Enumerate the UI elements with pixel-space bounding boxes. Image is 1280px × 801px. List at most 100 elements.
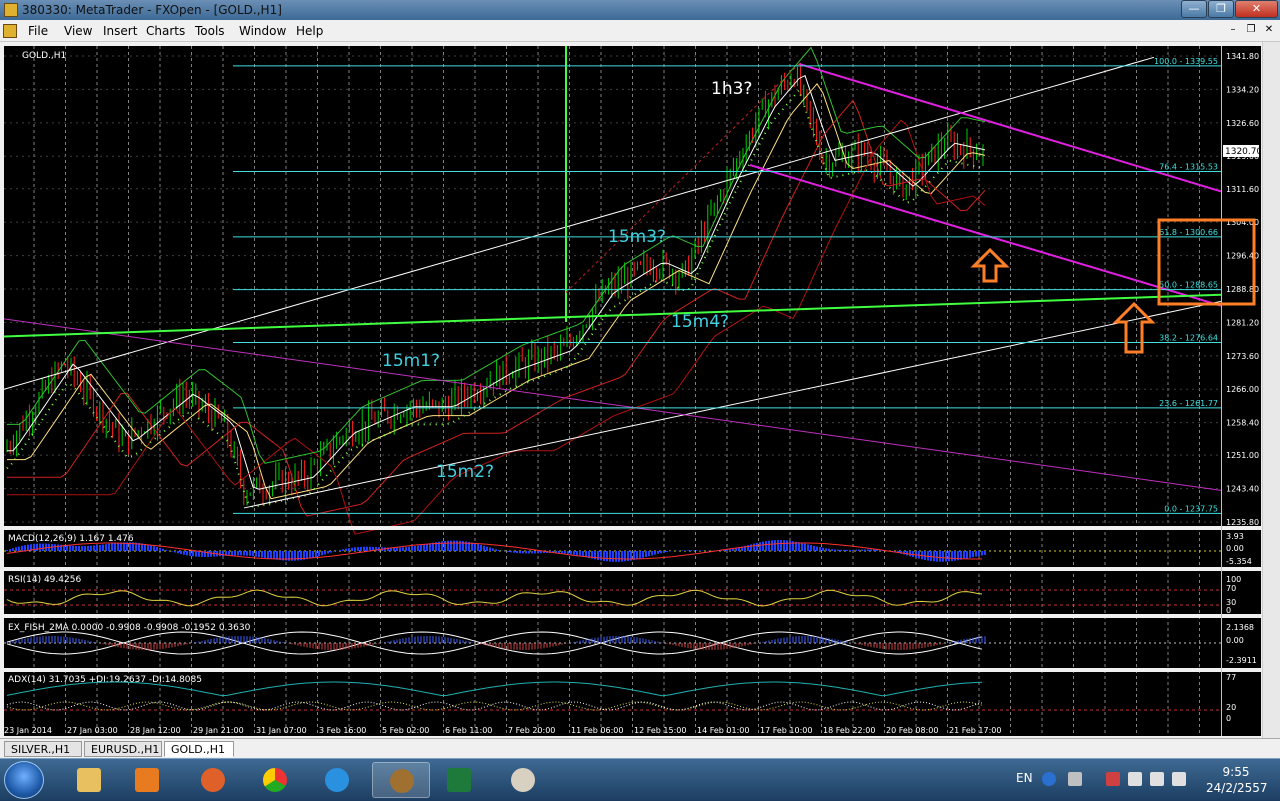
start-button[interactable] [4,761,44,799]
pane-separator[interactable] [4,668,1261,672]
fib-label: 100.0 - 1339.55 [1154,57,1218,66]
pane-separator[interactable] [4,567,1261,571]
adx-line [6,681,983,697]
time-tick-label: 11 Feb 06:00 [571,726,623,735]
metatrader-app-icon [4,3,18,17]
explorer-icon[interactable] [60,762,118,798]
time-tick-label: 20 Feb 08:00 [886,726,938,735]
adx-label: ADX(14) 31.7035 +DI:19.2637 -DI:14.8085 [8,675,202,685]
time-tick-label: 31 Jan 07:00 [256,726,307,735]
menu-window[interactable]: Window [239,24,286,38]
price-tick-label: 1235.80 [1226,518,1259,527]
channel-lower-line [243,300,1222,509]
firefox-icon[interactable] [184,762,242,798]
ie-icon[interactable] [308,762,366,798]
fib-label: 0.0 - 1237.75 [1164,504,1218,513]
price-tick-label: 1326.60 [1226,119,1259,128]
rsi-tick-0: 0 [1226,606,1231,615]
chart-window-icon[interactable] [3,24,17,38]
child-close-button[interactable]: ✕ [1262,23,1276,37]
language-indicator[interactable]: EN [1016,771,1033,785]
chart-canvas[interactable]: GOLD.,H1 100.0 - 1339.55 76.4 - 1315.53 61… [4,46,1261,736]
excel-icon[interactable] [430,762,488,798]
magenta-support-line [749,164,1222,307]
fisher-label: EX_FISH_2MA 0.0000 -0.9908 -0.9908 -0.19… [8,623,251,633]
menu-tools[interactable]: Tools [195,24,225,38]
fisher-tick-top: 2.1368 [1226,623,1254,632]
fisher-tick-bottom: -2.3911 [1226,656,1257,665]
chart-window: GOLD.,H1 100.0 - 1339.55 76.4 - 1315.53 61… [0,42,1280,738]
tab-eurusd[interactable]: EURUSD.,H1 [84,741,162,757]
candles-layer [6,62,984,506]
network-icon[interactable] [1106,772,1120,786]
paint-icon[interactable] [494,762,552,798]
flag-icon[interactable] [1128,772,1142,786]
price-tick-label: 1334.20 [1226,85,1259,94]
clock-date: 24/2/2557 [1206,781,1268,795]
pane-separator[interactable] [4,526,1261,530]
adx-tick-0: 0 [1226,714,1231,723]
maximize-button[interactable]: ❐ [1208,0,1234,18]
fib-label: 23.6 - 1261.77 [1159,399,1218,408]
adx-tick-20: 20 [1226,703,1236,712]
chrome-icon[interactable] [246,762,304,798]
time-tick-label: 29 Jan 21:00 [193,726,244,735]
pane-separator[interactable] [4,614,1261,618]
annotation-15m2: 15m2? [436,462,494,482]
time-tick-label: 3 Feb 16:00 [319,726,366,735]
app-window: 380330: MetaTrader - FXOpen - [GOLD.,H1]… [0,0,1280,800]
rsi-line [6,589,983,607]
system-tray: EN 9:55 24/2/2557 [1008,759,1280,801]
parabolic-sar-dots [6,88,986,509]
chart-tab-bar: SILVER.,H1 EURUSD.,H1 GOLD.,H1 [0,738,1280,758]
time-tick-label: 5 Feb 02:00 [382,726,429,735]
volume-icon[interactable] [1172,772,1186,786]
menu-help[interactable]: Help [296,24,323,38]
price-chart[interactable]: GOLD.,H1 100.0 - 1339.55 76.4 - 1315.53 61… [4,46,1261,736]
price-tick-label: 1266.00 [1226,385,1259,394]
price-scale-border [1221,46,1222,736]
tab-silver[interactable]: SILVER.,H1 [4,741,82,757]
green-trend-line [4,293,1222,338]
time-tick-label: 28 Jan 12:00 [130,726,181,735]
price-tick-label: 1273.60 [1226,352,1259,361]
time-tick-label: 18 Feb 22:00 [823,726,875,735]
rsi-tick-70: 70 [1226,584,1236,593]
annotation-15m4: 15m4? [671,312,729,332]
vertical-scrollbar[interactable] [1262,42,1280,738]
current-price: 1320.70 [1225,147,1261,157]
clock[interactable]: 9:55 24/2/2557 [1206,764,1268,796]
menu-file[interactable]: File [28,24,48,38]
close-button[interactable]: ✕ [1235,0,1278,18]
child-restore-button[interactable]: ❐ [1244,23,1258,37]
time-tick-label: 23 Jan 2014 [4,726,52,735]
menu-view[interactable]: View [64,24,92,38]
display-icon[interactable] [1150,772,1164,786]
child-minimize-button[interactable]: – [1226,23,1240,37]
symbol-label: GOLD.,H1 [22,51,66,61]
keyboard-icon[interactable] [1068,772,1082,786]
tab-gold[interactable]: GOLD.,H1 [164,741,234,757]
menu-charts[interactable]: Charts [146,24,185,38]
media-player-icon[interactable] [118,762,176,798]
time-tick-label: 6 Feb 11:00 [445,726,492,735]
metatrader-icon[interactable] [372,762,430,798]
annotation-15m1: 15m1? [382,351,440,371]
time-tick-label: 7 Feb 20:00 [508,726,555,735]
menu-bar: File View Insert Charts Tools Window Hel… [0,20,1280,42]
minimize-button[interactable]: — [1181,0,1207,18]
taskbar: EN 9:55 24/2/2557 [0,758,1280,800]
up-arrow-icon [1112,301,1156,354]
menu-insert[interactable]: Insert [103,24,137,38]
clock-time: 9:55 [1222,765,1250,779]
annotation-15m3: 15m3? [608,227,666,247]
time-axis: 23 Jan 2014 27 Jan 03:00 28 Jan 12:00 29 Ja… [4,726,1001,735]
macd-label: MACD(12,26,9) 1.167 1.476 [8,534,134,544]
price-tick-label: 1243.40 [1226,485,1259,494]
ma-long-line [7,119,986,535]
rsi-label: RSI(14) 49.4256 [8,575,81,585]
window-title: 380330: MetaTrader - FXOpen - [GOLD.,H1] [22,3,282,17]
macd-tick-zero: 0.00 [1226,544,1244,553]
time-tick-label: 12 Feb 15:00 [634,726,686,735]
help-icon[interactable] [1042,772,1056,786]
